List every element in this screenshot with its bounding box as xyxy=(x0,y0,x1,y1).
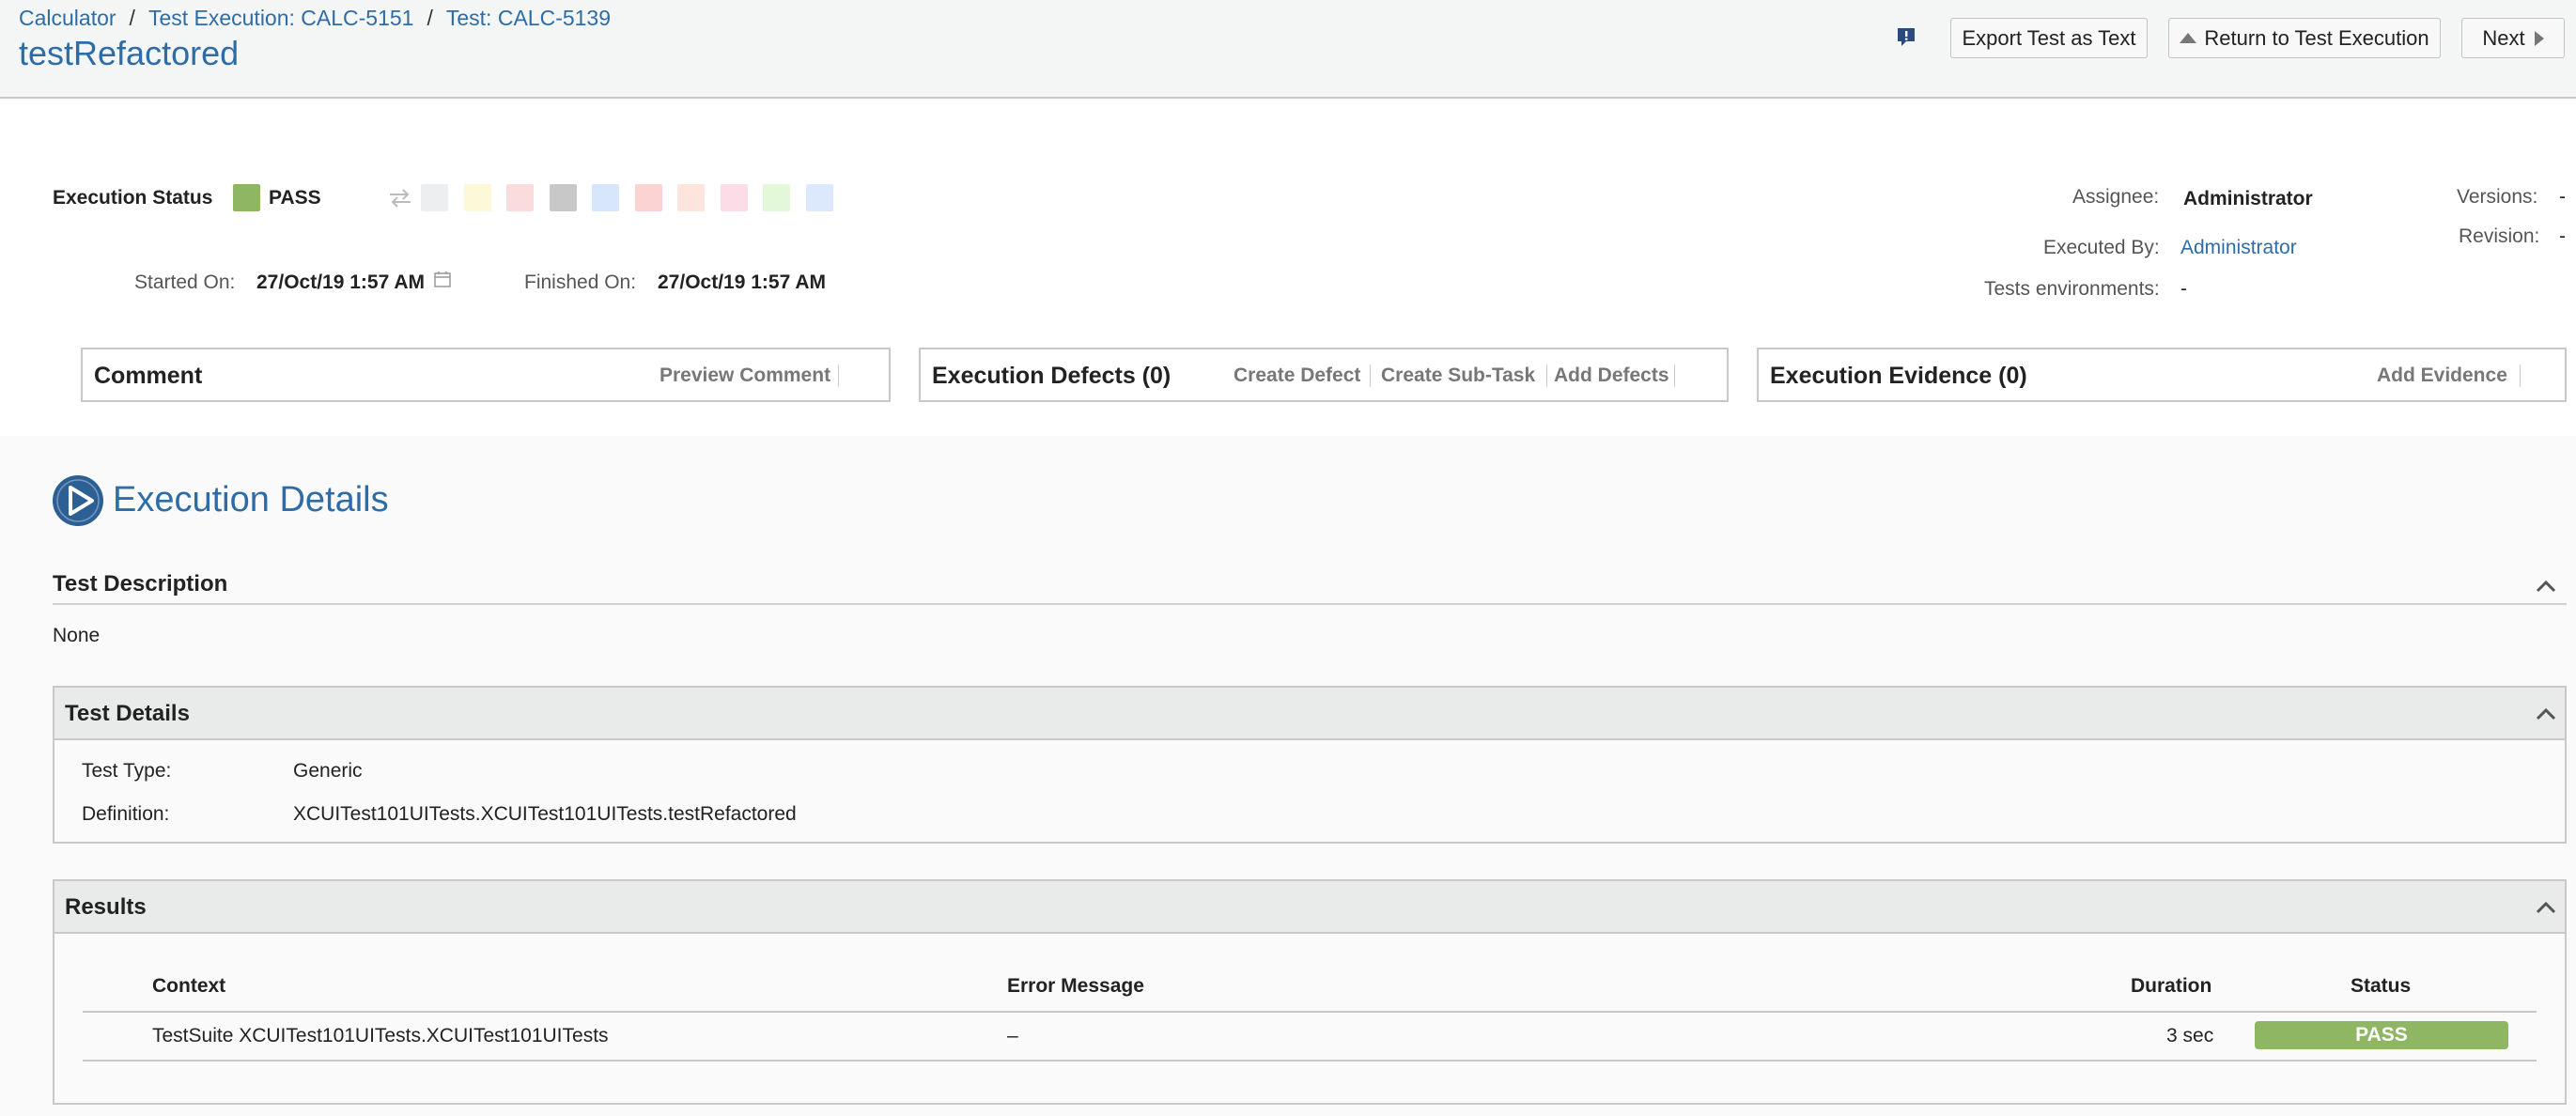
execution-evidence-panel: Execution Evidence (0) Add Evidence xyxy=(1757,348,2567,402)
chevron-up-icon[interactable] xyxy=(2535,706,2557,721)
execution-status-label: Execution Status xyxy=(53,187,213,209)
revision-label: Revision: xyxy=(2459,225,2540,247)
column-header-error-message: Error Message xyxy=(1007,975,1144,997)
status-swatch[interactable] xyxy=(506,184,534,211)
started-on-value: 27/Oct/19 1:57 AM xyxy=(256,271,425,293)
tests-environments-label: Tests environments: xyxy=(1984,278,2160,300)
test-type-value: Generic xyxy=(293,760,363,782)
next-button[interactable]: Next xyxy=(2461,18,2565,58)
status-swatch[interactable] xyxy=(635,184,662,211)
results-header[interactable] xyxy=(54,881,2565,934)
divider xyxy=(1370,364,1371,387)
result-context: TestSuite XCUITest101UITests.XCUITest101… xyxy=(152,1025,609,1046)
triangle-up-icon xyxy=(2180,33,2197,43)
revision-value: - xyxy=(2559,225,2566,247)
status-swatch[interactable] xyxy=(677,184,705,211)
status-swatch[interactable] xyxy=(550,184,577,211)
column-header-duration: Duration xyxy=(2131,975,2212,997)
finished-on-label: Finished On: xyxy=(524,271,637,293)
results-title: Results xyxy=(65,894,147,920)
started-on-label: Started On: xyxy=(134,271,236,293)
execution-evidence-title: Execution Evidence (0) xyxy=(1770,363,2027,389)
assignee-label: Assignee: xyxy=(2072,186,2160,208)
feedback-icon[interactable] xyxy=(1896,26,1916,47)
result-error-message: – xyxy=(1007,1025,1018,1046)
divider xyxy=(53,603,2567,605)
breadcrumb: Calculator / Test Execution: CALC-5151 / Tes… xyxy=(19,6,611,31)
breadcrumb-test-execution[interactable]: Test Execution: CALC-5151 xyxy=(148,6,414,30)
tests-environments-value: - xyxy=(2180,278,2187,300)
next-label: Next xyxy=(2482,25,2525,50)
play-icon xyxy=(53,475,103,526)
breadcrumb-separator: / xyxy=(427,6,433,30)
result-duration: 3 sec xyxy=(2166,1025,2214,1046)
divider xyxy=(838,364,839,387)
divider xyxy=(1546,364,1547,387)
swap-status-icon[interactable] xyxy=(387,188,413,209)
test-details-header[interactable] xyxy=(54,688,2565,740)
execution-status-value: PASS xyxy=(269,187,321,209)
status-swatch[interactable] xyxy=(806,184,833,211)
definition-label: Definition: xyxy=(82,803,170,825)
status-swatch[interactable] xyxy=(464,184,491,211)
status-color-indicator xyxy=(233,184,260,211)
chevron-up-icon[interactable] xyxy=(2535,900,2557,915)
status-swatch[interactable] xyxy=(763,184,790,211)
export-test-button[interactable]: Export Test as Text xyxy=(1950,18,2148,58)
chevron-up-icon[interactable] xyxy=(2535,579,2557,594)
executed-by-label: Executed By: xyxy=(2043,237,2160,258)
preview-comment-link[interactable]: Preview Comment xyxy=(660,364,830,387)
create-defect-link[interactable]: Create Defect xyxy=(1234,364,1360,387)
return-label: Return to Test Execution xyxy=(2204,25,2429,50)
comment-title: Comment xyxy=(94,363,203,389)
page-header: Calculator / Test Execution: CALC-5151 / Tes… xyxy=(0,0,2576,99)
add-evidence-link[interactable]: Add Evidence xyxy=(2377,364,2507,387)
comment-panel: Comment Preview Comment xyxy=(81,348,891,402)
triangle-right-icon xyxy=(2534,30,2544,46)
definition-value: XCUITest101UITests.XCUITest101UITests.te… xyxy=(293,803,797,825)
status-badge: PASS xyxy=(2255,1021,2508,1049)
status-swatch[interactable] xyxy=(421,184,448,211)
divider xyxy=(2520,364,2521,387)
return-to-test-execution-button[interactable]: Return to Test Execution xyxy=(2168,18,2441,58)
test-details-title: Test Details xyxy=(65,701,190,726)
breadcrumb-calculator[interactable]: Calculator xyxy=(19,6,116,30)
versions-value: - xyxy=(2559,186,2566,208)
add-defects-link[interactable]: Add Defects xyxy=(1554,364,1669,387)
test-type-label: Test Type: xyxy=(82,760,172,782)
assignee-value: Administrator xyxy=(2183,188,2313,209)
column-header-status: Status xyxy=(2351,975,2412,997)
column-header-context: Context xyxy=(152,975,226,997)
test-description-value: None xyxy=(53,625,101,646)
page-title: testRefactored xyxy=(19,34,240,72)
execution-details-heading: Execution Details xyxy=(113,480,389,519)
status-swatch[interactable] xyxy=(721,184,748,211)
execution-defects-panel: Execution Defects (0) Create Defect Crea… xyxy=(919,348,1729,402)
divider xyxy=(1674,364,1675,387)
executed-by-value[interactable]: Administrator xyxy=(2180,237,2297,259)
finished-on-value: 27/Oct/19 1:57 AM xyxy=(658,271,826,293)
create-sub-task-link[interactable]: Create Sub-Task xyxy=(1381,364,1535,387)
calendar-icon[interactable] xyxy=(433,270,452,288)
breadcrumb-test[interactable]: Test: CALC-5139 xyxy=(446,6,611,30)
breadcrumb-separator: / xyxy=(129,6,135,30)
versions-label: Versions: xyxy=(2457,186,2538,208)
status-swatch[interactable] xyxy=(592,184,619,211)
execution-defects-title: Execution Defects (0) xyxy=(932,363,1172,389)
test-description-title: Test Description xyxy=(53,571,228,597)
divider xyxy=(83,1060,2537,1062)
